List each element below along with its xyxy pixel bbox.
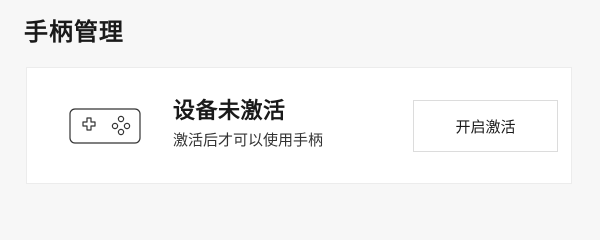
page-title: 手柄管理 — [24, 18, 124, 46]
status-description: 激活后才可以使用手柄 — [173, 131, 324, 149]
status-title: 设备未激活 — [173, 99, 286, 124]
activate-button[interactable]: 开启激活 — [413, 100, 558, 152]
gamepad-status-card: 设备未激活 激活后才可以使用手柄 开启激活 — [26, 67, 572, 184]
gamepad-icon — [69, 108, 141, 144]
